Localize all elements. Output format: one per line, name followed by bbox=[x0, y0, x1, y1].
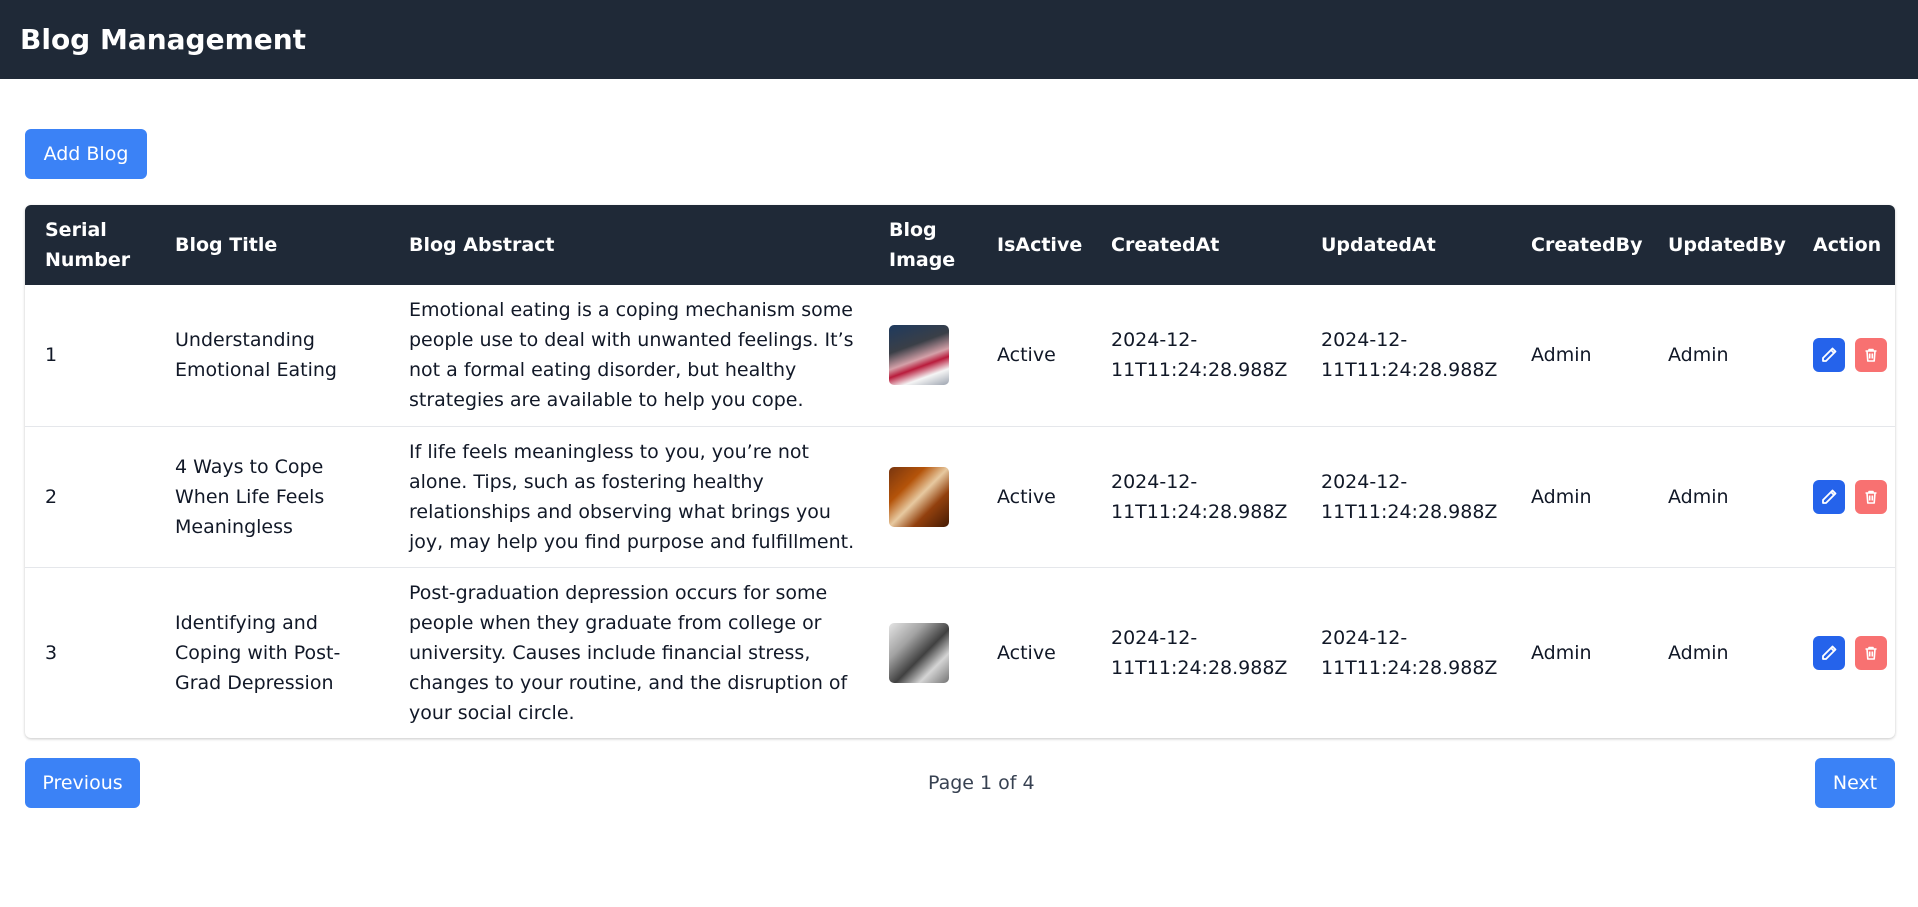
cell-actions bbox=[1793, 426, 1895, 567]
cell-title: Understanding Emotional Eating bbox=[175, 329, 337, 382]
row-actions bbox=[1813, 338, 1887, 373]
column-header-action: Action bbox=[1813, 234, 1882, 256]
page-indicator: Page 1 of 4 bbox=[928, 772, 1035, 794]
blog-image-thumbnail bbox=[889, 466, 949, 527]
pencil-icon bbox=[1822, 347, 1837, 363]
column-header-is-active: IsActive bbox=[997, 234, 1083, 256]
column-header-created-at: CreatedAt bbox=[1111, 234, 1220, 256]
blog-table: Serial Number Blog Title Blog Abstract B… bbox=[25, 205, 1895, 738]
trash-icon bbox=[1865, 490, 1877, 504]
edit-button[interactable] bbox=[1813, 338, 1845, 373]
row-actions bbox=[1813, 635, 1887, 670]
table-row: 1 Understanding Emotional Eating Emotion… bbox=[25, 285, 1895, 426]
cell-created-at: 2024-12-11T11:24:28.988Z bbox=[1111, 470, 1288, 523]
cell-created-at: 2024-12-11T11:24:28.988Z bbox=[1111, 626, 1288, 679]
cell-abstract: Emotional eating is a coping mechanism s… bbox=[409, 299, 854, 412]
cell-updated-by: Admin bbox=[1668, 641, 1729, 664]
cell-serial: 3 bbox=[45, 641, 58, 664]
cell-title: 4 Ways to Cope When Life Feels Meaningle… bbox=[175, 455, 325, 538]
cell-created-at: 2024-12-11T11:24:28.988Z bbox=[1111, 329, 1288, 382]
column-header-blog-abstract: Blog Abstract bbox=[409, 234, 555, 256]
cell-serial: 2 bbox=[45, 485, 58, 508]
cell-is-active: Active bbox=[997, 344, 1056, 367]
cell-created-by: Admin bbox=[1531, 485, 1592, 508]
trash-icon bbox=[1865, 348, 1877, 363]
cell-updated-by: Admin bbox=[1668, 485, 1729, 508]
cell-updated-by: Admin bbox=[1668, 344, 1729, 367]
cell-image bbox=[869, 567, 977, 738]
cell-image bbox=[869, 426, 977, 567]
column-header-created-by: CreatedBy bbox=[1531, 234, 1643, 256]
delete-button[interactable] bbox=[1855, 635, 1887, 670]
cell-abstract: Post-graduation depression occurs for so… bbox=[409, 581, 848, 724]
delete-button[interactable] bbox=[1855, 338, 1887, 373]
cell-updated-at: 2024-12-11T11:24:28.988Z bbox=[1321, 329, 1498, 382]
table-row: 3 Identifying and Coping with Post-Grad … bbox=[25, 567, 1895, 738]
next-page-button[interactable]: Next bbox=[1815, 758, 1895, 808]
cell-actions bbox=[1793, 285, 1895, 426]
column-header-blog-title: Blog Title bbox=[175, 234, 278, 256]
table-row: 2 4 Ways to Cope When Life Feels Meaning… bbox=[25, 426, 1895, 567]
pencil-icon bbox=[1822, 489, 1837, 504]
column-header-serial-number: Serial Number bbox=[45, 219, 131, 271]
cell-title: Identifying and Coping with Post-Grad De… bbox=[175, 611, 341, 694]
blog-table-card: Serial Number Blog Title Blog Abstract B… bbox=[25, 205, 1895, 738]
edit-button[interactable] bbox=[1813, 479, 1845, 514]
cell-updated-at: 2024-12-11T11:24:28.988Z bbox=[1321, 626, 1498, 679]
cell-is-active: Active bbox=[997, 641, 1056, 664]
blog-image-thumbnail bbox=[889, 325, 949, 386]
row-actions bbox=[1813, 479, 1887, 514]
edit-button[interactable] bbox=[1813, 635, 1845, 670]
column-header-updated-at: UpdatedAt bbox=[1321, 234, 1436, 256]
previous-page-button[interactable]: Previous bbox=[25, 758, 140, 808]
add-blog-button[interactable]: Add Blog bbox=[25, 129, 147, 179]
cell-serial: 1 bbox=[45, 344, 58, 367]
delete-button[interactable] bbox=[1855, 479, 1887, 514]
cell-actions bbox=[1793, 567, 1895, 738]
cell-updated-at: 2024-12-11T11:24:28.988Z bbox=[1321, 470, 1498, 523]
cell-created-by: Admin bbox=[1531, 344, 1592, 367]
page-title: Blog Management bbox=[20, 23, 307, 56]
column-header-blog-image: Blog Image bbox=[889, 219, 956, 271]
top-bar: Blog Management bbox=[0, 0, 1918, 79]
cell-created-by: Admin bbox=[1531, 641, 1592, 664]
pencil-icon bbox=[1822, 645, 1837, 660]
cell-is-active: Active bbox=[997, 485, 1056, 508]
blog-image-thumbnail bbox=[889, 622, 949, 683]
table-header-row: Serial Number Blog Title Blog Abstract B… bbox=[25, 205, 1895, 285]
column-header-updated-by: UpdatedBy bbox=[1668, 234, 1786, 256]
cell-abstract: If life feels meaningless to you, you’re… bbox=[409, 440, 855, 553]
trash-icon bbox=[1865, 646, 1877, 660]
cell-image bbox=[869, 285, 977, 426]
